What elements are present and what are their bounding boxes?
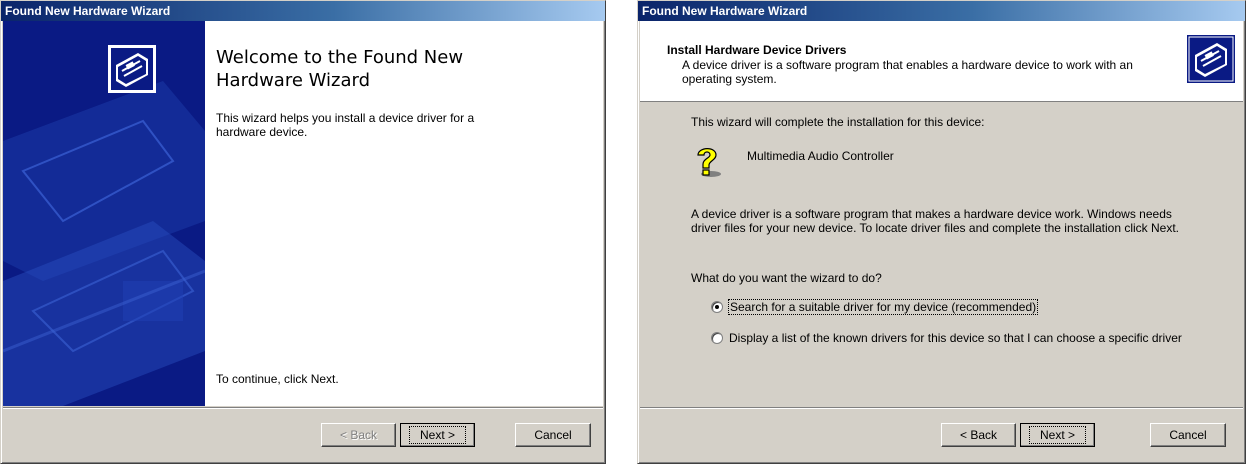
search-driver-label[interactable]: Search for a suitable driver for my devi… [727, 299, 1039, 315]
back-button[interactable]: < Back [941, 423, 1016, 447]
header-subtitle: A device driver is a software program th… [682, 58, 1133, 86]
description-text: A device driver is a software program th… [691, 207, 1179, 235]
next-button-label: Next > [1028, 426, 1086, 444]
header-title: Install Hardware Device Drivers [667, 43, 847, 57]
window-title[interactable]: Found New Hardware Wizard [638, 1, 1245, 21]
window-title[interactable]: Found New Hardware Wizard [1, 1, 605, 21]
back-button-label: < Back [339, 428, 378, 442]
footer-separator [3, 407, 603, 409]
back-button[interactable]: < Back [321, 423, 396, 447]
next-button-label: Next > [408, 426, 466, 444]
cancel-button[interactable]: Cancel [515, 423, 591, 447]
next-button[interactable]: Next > [400, 423, 475, 447]
device-name: Multimedia Audio Controller [747, 149, 894, 163]
install-drivers-wizard-window: Found New Hardware Wizard Install Hardwa… [637, 0, 1246, 464]
cancel-button[interactable]: Cancel [1150, 423, 1226, 447]
footer-separator [640, 407, 1243, 409]
cancel-button-label: Cancel [1169, 428, 1207, 442]
banner-graphic [3, 81, 205, 406]
wizard-content: Welcome to the Found New Hardware Wizard… [205, 21, 603, 406]
question-text: What do you want the wizard to do? [691, 271, 882, 285]
back-button-label: < Back [959, 428, 998, 442]
question-mark-icon [697, 148, 721, 177]
search-driver-radio[interactable] [711, 301, 723, 313]
next-button[interactable]: Next > [1020, 423, 1095, 447]
hardware-chip-icon [108, 45, 156, 93]
completion-text: This wizard will complete the installati… [691, 115, 985, 129]
wizard-banner [3, 21, 205, 406]
cancel-button-label: Cancel [534, 428, 572, 442]
welcome-wizard-window: Found New Hardware Wizard Welcome to the… [0, 0, 606, 464]
display-list-label[interactable]: Display a list of the known drivers for … [729, 331, 1199, 345]
continue-text: To continue, click Next. [216, 372, 339, 386]
display-list-radio[interactable] [711, 332, 723, 344]
wizard-header: Install Hardware Device Drivers A device… [640, 21, 1243, 102]
hardware-chip-icon [1187, 35, 1235, 83]
page-title: Welcome to the Found New Hardware Wizard [216, 47, 464, 91]
intro-text: This wizard helps you install a device d… [216, 111, 475, 139]
